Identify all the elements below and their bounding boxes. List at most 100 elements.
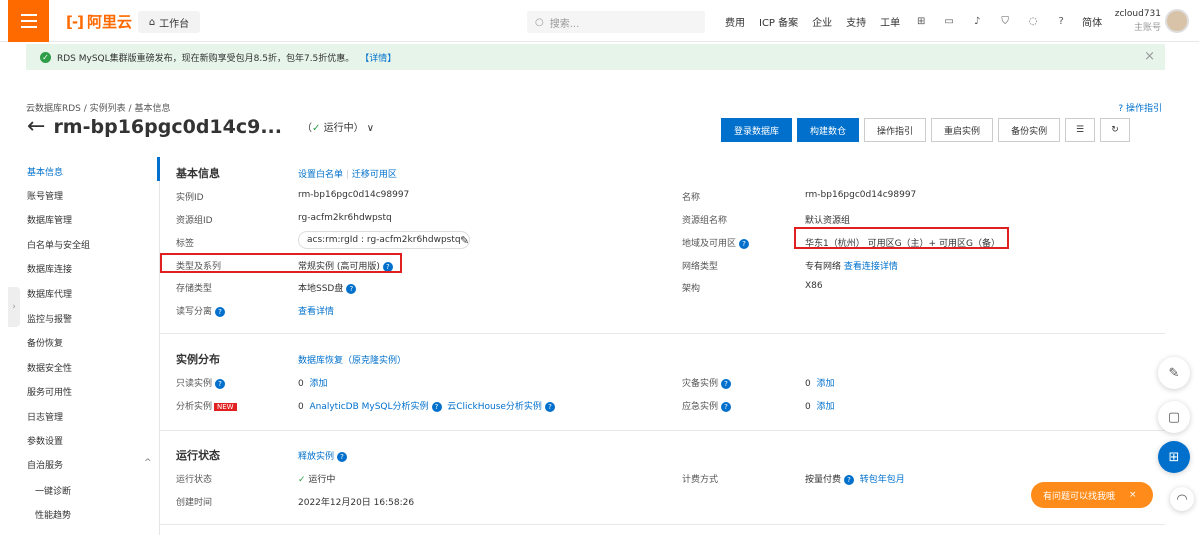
sidebar-item-logs[interactable]: 日志管理 bbox=[27, 410, 63, 423]
grid-icon: ⊞ bbox=[1168, 449, 1180, 465]
breadcrumb-rds[interactable]: 云数据库RDS bbox=[26, 104, 81, 114]
chevron-up-icon[interactable]: ^ bbox=[144, 458, 152, 468]
rw-split-label: 读写分离? bbox=[176, 304, 226, 317]
question-icon[interactable]: ? bbox=[721, 401, 732, 412]
sidebar-item-autonomy[interactable]: 自治服务 bbox=[27, 458, 63, 471]
terminal-icon[interactable]: ▭ bbox=[942, 14, 956, 28]
created-label: 创建时间 bbox=[176, 498, 213, 508]
sidebar-collapse-handle[interactable]: › bbox=[8, 287, 20, 327]
rw-split-detail-link[interactable]: 查看详情 bbox=[298, 304, 334, 317]
sidebar-item-params[interactable]: 参数设置 bbox=[27, 434, 63, 447]
created-value: 2022年12月20日 16:58:26 bbox=[298, 498, 415, 508]
sidebar-item-whitelist[interactable]: 白名单与安全组 bbox=[27, 238, 90, 251]
migrate-zone-link[interactable]: 迁移可用区 bbox=[352, 170, 397, 180]
add-dr-link[interactable]: 添加 bbox=[816, 379, 834, 389]
refresh-button[interactable]: ↻ bbox=[1100, 118, 1131, 142]
restart-button[interactable]: 重启实例 bbox=[931, 118, 994, 142]
breadcrumb: 云数据库RDS / 实例列表 / 基本信息 bbox=[26, 104, 171, 114]
db-restore-link[interactable]: 数据库恢复（原克隆实例） bbox=[298, 353, 406, 366]
resource-group-name-label: 资源组名称 bbox=[682, 216, 728, 226]
apps-float-button[interactable]: ⊞ bbox=[1158, 441, 1190, 473]
status-dropdown[interactable]: （✓ 运行中） ∨ bbox=[302, 119, 374, 134]
resource-group-label: 资源组ID bbox=[176, 216, 213, 226]
help-link[interactable]: ? 操作指引 bbox=[1118, 101, 1162, 114]
readonly-count: 0 bbox=[298, 379, 304, 389]
sidebar-item-basic-info[interactable]: 基本信息 bbox=[27, 165, 63, 178]
sidebar-item-accounts[interactable]: 账号管理 bbox=[27, 189, 63, 202]
close-icon[interactable]: × bbox=[1129, 490, 1137, 500]
nav-enterprise[interactable]: 企业 bbox=[812, 14, 832, 29]
sidebar-item-proxy[interactable]: 数据库代理 bbox=[27, 287, 72, 300]
nav-billing[interactable]: 费用 bbox=[725, 14, 745, 29]
search-placeholder: 搜索... bbox=[549, 18, 580, 30]
sidebar-item-monitoring[interactable]: 监控与报警 bbox=[27, 312, 72, 325]
rw-split-text: 读写分离 bbox=[176, 307, 213, 317]
hamburger-menu-button[interactable] bbox=[8, 0, 49, 42]
divider bbox=[160, 524, 1165, 525]
tag-chip: acs:rm:rgId : rg-acfm2kr6hdwpstq bbox=[298, 231, 470, 249]
question-icon[interactable]: ? bbox=[346, 283, 357, 294]
clickhouse-link[interactable]: 云ClickHouse分析实例 bbox=[447, 402, 542, 412]
notice-detail-link[interactable]: 【详情】 bbox=[360, 51, 396, 64]
sidebar-item-connection[interactable]: 数据库连接 bbox=[27, 262, 72, 275]
search-input[interactable]: ○ 搜索... bbox=[527, 11, 705, 33]
breadcrumb-instance-list[interactable]: 实例列表 bbox=[90, 104, 126, 114]
add-emergency-link[interactable]: 添加 bbox=[816, 402, 834, 412]
bell-icon[interactable]: ♪ bbox=[970, 14, 984, 28]
section-title-distribution: 实例分布 bbox=[176, 353, 220, 366]
login-db-button[interactable]: 登录数据库 bbox=[721, 118, 793, 142]
build-warehouse-button[interactable]: 构建数仓 bbox=[797, 118, 860, 142]
avatar[interactable] bbox=[1165, 9, 1189, 33]
edit-icon[interactable]: ✎ bbox=[460, 234, 469, 247]
sidebar-subitem-performance[interactable]: 性能趋势 bbox=[35, 508, 71, 521]
add-readonly-link[interactable]: 添加 bbox=[309, 379, 327, 389]
aliyun-logo[interactable]: [-] 阿里云 bbox=[66, 11, 132, 32]
runtime-status-value: ✓ 运行中 bbox=[298, 472, 335, 485]
question-icon[interactable]: ? bbox=[844, 474, 855, 485]
nav-support[interactable]: 支持 bbox=[846, 14, 866, 29]
user-info[interactable]: zcloud731 主账号 bbox=[1113, 7, 1161, 35]
to-subscription-link[interactable]: 转包年包月 bbox=[860, 475, 905, 485]
more-menu-button[interactable]: ☰ bbox=[1065, 118, 1096, 142]
edit-float-button[interactable]: ✎ bbox=[1158, 357, 1190, 389]
arch-value: X86 bbox=[805, 281, 823, 291]
breadcrumb-basic-info: 基本信息 bbox=[134, 104, 171, 114]
sidebar-item-availability[interactable]: 服务可用性 bbox=[27, 385, 72, 398]
workbench-button[interactable]: ⌂ 工作台 bbox=[138, 11, 200, 33]
question-icon[interactable]: ? bbox=[215, 378, 226, 389]
sidebar-item-security[interactable]: 数据安全性 bbox=[27, 361, 72, 374]
question-icon[interactable]: ? bbox=[721, 378, 732, 389]
release-instance-link[interactable]: 释放实例 bbox=[298, 452, 334, 462]
cart-icon[interactable]: ⛉ bbox=[998, 14, 1012, 28]
connection-detail-link[interactable]: 查看连接详情 bbox=[844, 262, 898, 272]
set-whitelist-link[interactable]: 设置白名单 bbox=[298, 170, 343, 180]
close-icon[interactable]: × bbox=[1144, 49, 1155, 64]
question-icon[interactable]: ? bbox=[739, 238, 750, 249]
sidebar-subitem-diagnosis[interactable]: 一键诊断 bbox=[35, 484, 71, 497]
billing-label: 计费方式 bbox=[682, 475, 719, 485]
language-switch[interactable]: 简体 bbox=[1082, 14, 1102, 29]
question-icon[interactable]: ? bbox=[337, 451, 348, 462]
sidebar-item-databases[interactable]: 数据库管理 bbox=[27, 213, 72, 226]
back-arrow-icon[interactable]: ← bbox=[27, 114, 45, 139]
chevron-down-icon: ∨ bbox=[366, 123, 375, 134]
lightbulb-icon[interactable]: ◌ bbox=[1026, 14, 1040, 28]
backup-button[interactable]: 备份实例 bbox=[998, 118, 1061, 142]
guide-button[interactable]: 操作指引 bbox=[864, 118, 927, 142]
help-icon[interactable]: ? bbox=[1054, 14, 1068, 28]
nav-ticket[interactable]: 工单 bbox=[880, 14, 900, 29]
check-icon: ✓ bbox=[312, 123, 321, 134]
assistant-chat-pill[interactable]: 有问题可以找我哦 × bbox=[1031, 482, 1153, 508]
adb-link[interactable]: AnalyticDB MySQL分析实例 bbox=[309, 402, 428, 412]
question-icon[interactable]: ? bbox=[215, 306, 226, 317]
chat-float-button[interactable]: ▢ bbox=[1158, 401, 1190, 433]
network-value: 专有网络 查看连接详情 bbox=[805, 259, 898, 272]
app-grid-icon[interactable]: ⊞ bbox=[914, 14, 928, 28]
storage-text: 本地SSD盘 bbox=[298, 284, 344, 294]
question-icon[interactable]: ? bbox=[544, 401, 555, 412]
sidebar-item-backup[interactable]: 备份恢复 bbox=[27, 336, 63, 349]
nav-icp[interactable]: ICP 备案 bbox=[759, 14, 798, 29]
loading-float-button[interactable]: ◠ bbox=[1170, 487, 1194, 511]
analysis-label-text: 分析实例 bbox=[176, 402, 213, 412]
question-icon[interactable]: ? bbox=[431, 401, 442, 412]
